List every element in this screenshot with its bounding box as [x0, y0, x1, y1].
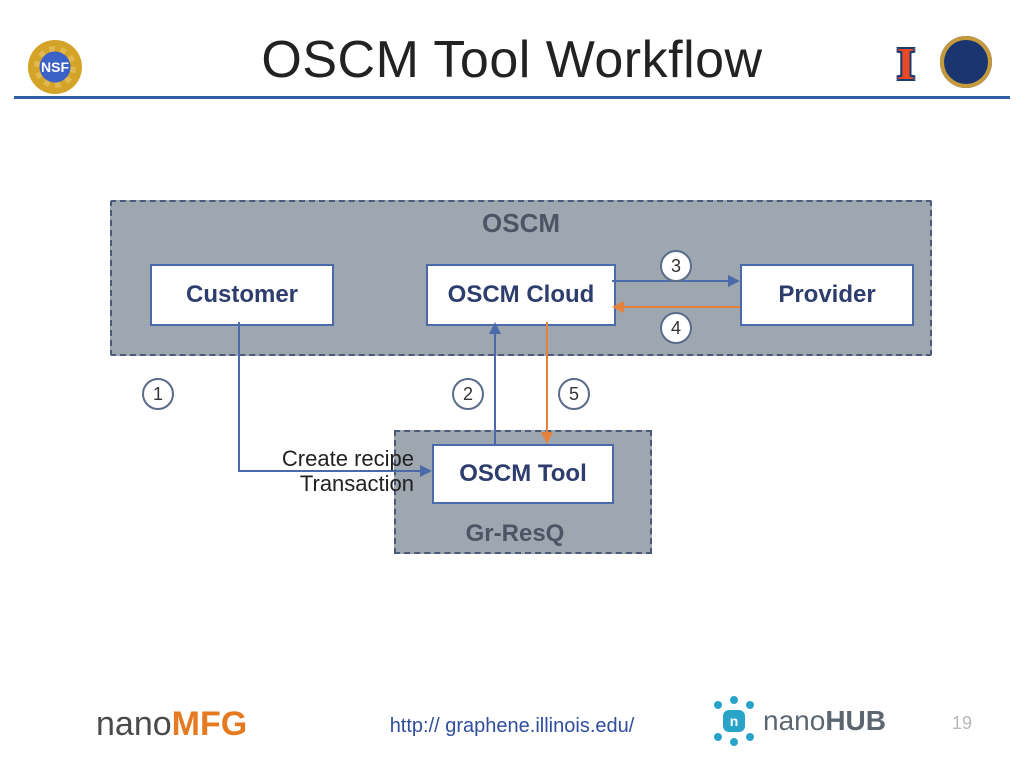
node-oscm-tool: OSCM Tool	[432, 444, 614, 504]
nanohub-icon: n	[711, 698, 757, 744]
edge-2-seg	[494, 334, 496, 444]
grresq-label: Gr-ResQ	[396, 520, 634, 548]
step-marker-1: 1	[142, 378, 174, 410]
slide-footer: nanoMFG http:// graphene.illinois.edu/ n…	[0, 694, 1024, 754]
nanohub-logo-prefix: nano	[763, 705, 825, 737]
step-marker-5: 5	[558, 378, 590, 410]
node-customer: Customer	[150, 264, 334, 326]
edge-1-annotation-line2: Transaction	[300, 471, 414, 496]
edge-1-annotation-line1: Create recipe	[282, 446, 414, 471]
edge-5-arrowhead-icon	[541, 432, 553, 444]
node-oscm-cloud: OSCM Cloud	[426, 264, 616, 326]
edge-3-arrowhead-icon	[728, 275, 740, 287]
edge-2-arrowhead-icon	[489, 322, 501, 334]
step-marker-3: 3	[660, 250, 692, 282]
university-seal-icon	[940, 36, 992, 88]
edge-5-seg	[546, 322, 548, 432]
step-marker-4: 4	[660, 312, 692, 344]
node-provider: Provider	[740, 264, 914, 326]
edge-1-annotation: Create recipe Transaction	[234, 446, 414, 497]
illinois-logo-text: I	[897, 37, 915, 90]
slide-header: NSF OSCM Tool Workflow I	[0, 10, 1024, 90]
nanohub-logo: n nanoHUB	[711, 698, 886, 744]
page-number: 19	[952, 713, 972, 734]
header-divider	[14, 96, 1010, 99]
slide: NSF OSCM Tool Workflow I OSCM Gr-ResQ Cu…	[0, 0, 1024, 768]
workflow-diagram: OSCM Gr-ResQ Customer OSCM Cloud Provide…	[0, 100, 1024, 640]
illinois-logo-icon: I	[888, 38, 924, 88]
edge-1-arrowhead-icon	[420, 465, 432, 477]
edge-4-seg	[624, 306, 740, 308]
slide-title: OSCM Tool Workflow	[0, 30, 1024, 90]
oscm-container-label: OSCM	[112, 208, 930, 239]
nanohub-logo-suffix: HUB	[825, 705, 886, 737]
step-marker-2: 2	[452, 378, 484, 410]
edge-4-arrowhead-icon	[612, 301, 624, 313]
